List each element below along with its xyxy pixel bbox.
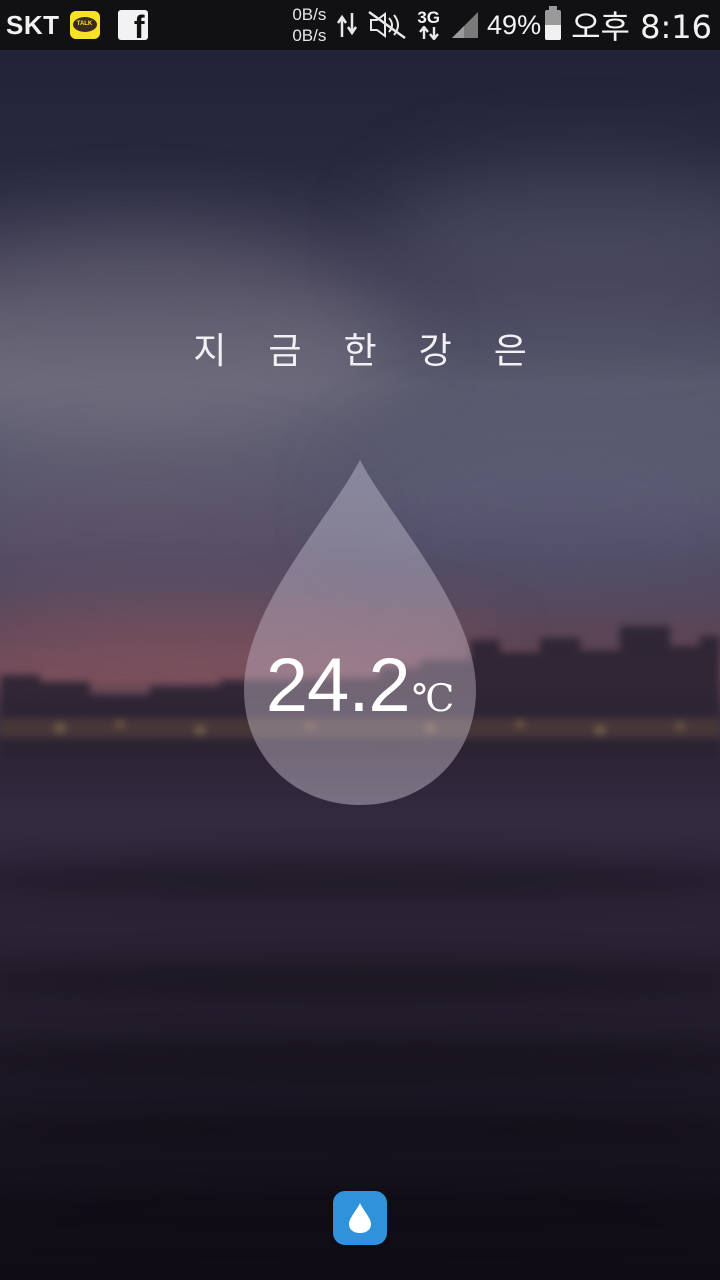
water-ripple (0, 1040, 720, 1080)
network-type-label: 3G (417, 8, 441, 27)
water-drop-icon (349, 1203, 371, 1233)
page-title: 지금한강은 (0, 322, 720, 374)
download-speed: 0B/s (292, 26, 327, 45)
water-ripple (0, 860, 720, 900)
water-drop-button[interactable] (333, 1191, 387, 1245)
battery-icon (545, 6, 562, 40)
battery-percent: 49% (487, 9, 542, 40)
3g-icon: 3G (417, 8, 441, 40)
clock: 오후 8:16 (571, 8, 712, 46)
upload-speed: 0B/s (292, 5, 327, 24)
network-speed: 0B/s 0B/s (292, 4, 326, 46)
status-bar: SKT 0B/s 0B/s 3G (0, 0, 720, 50)
title-char: 은 (493, 331, 527, 372)
background-cloud (380, 160, 720, 320)
title-char: 지 (193, 331, 227, 372)
facebook-icon (117, 10, 148, 40)
status-indicators: 0B/s 0B/s 3G 49% 오후 8:16 (292, 0, 714, 50)
water-ripple (0, 1110, 720, 1150)
title-char: 금 (268, 331, 302, 372)
title-char: 강 (418, 331, 452, 372)
title-char: 한 (343, 331, 377, 372)
signal-icon (452, 12, 479, 38)
temperature-display: 24.2℃ (240, 642, 480, 729)
water-drop-shape (244, 460, 476, 805)
data-transfer-icon (337, 13, 358, 37)
mute-icon (368, 10, 407, 40)
kakaotalk-icon (69, 11, 100, 39)
battery-fill (545, 25, 562, 40)
water-ripple (0, 960, 720, 1000)
app-screen: SKT 0B/s 0B/s 3G (0, 0, 720, 1280)
data-arrows-icon (418, 26, 439, 40)
temperature-unit: ℃ (411, 676, 455, 720)
temperature-value: 24.2 (265, 643, 411, 728)
carrier-label: SKT (6, 9, 60, 40)
